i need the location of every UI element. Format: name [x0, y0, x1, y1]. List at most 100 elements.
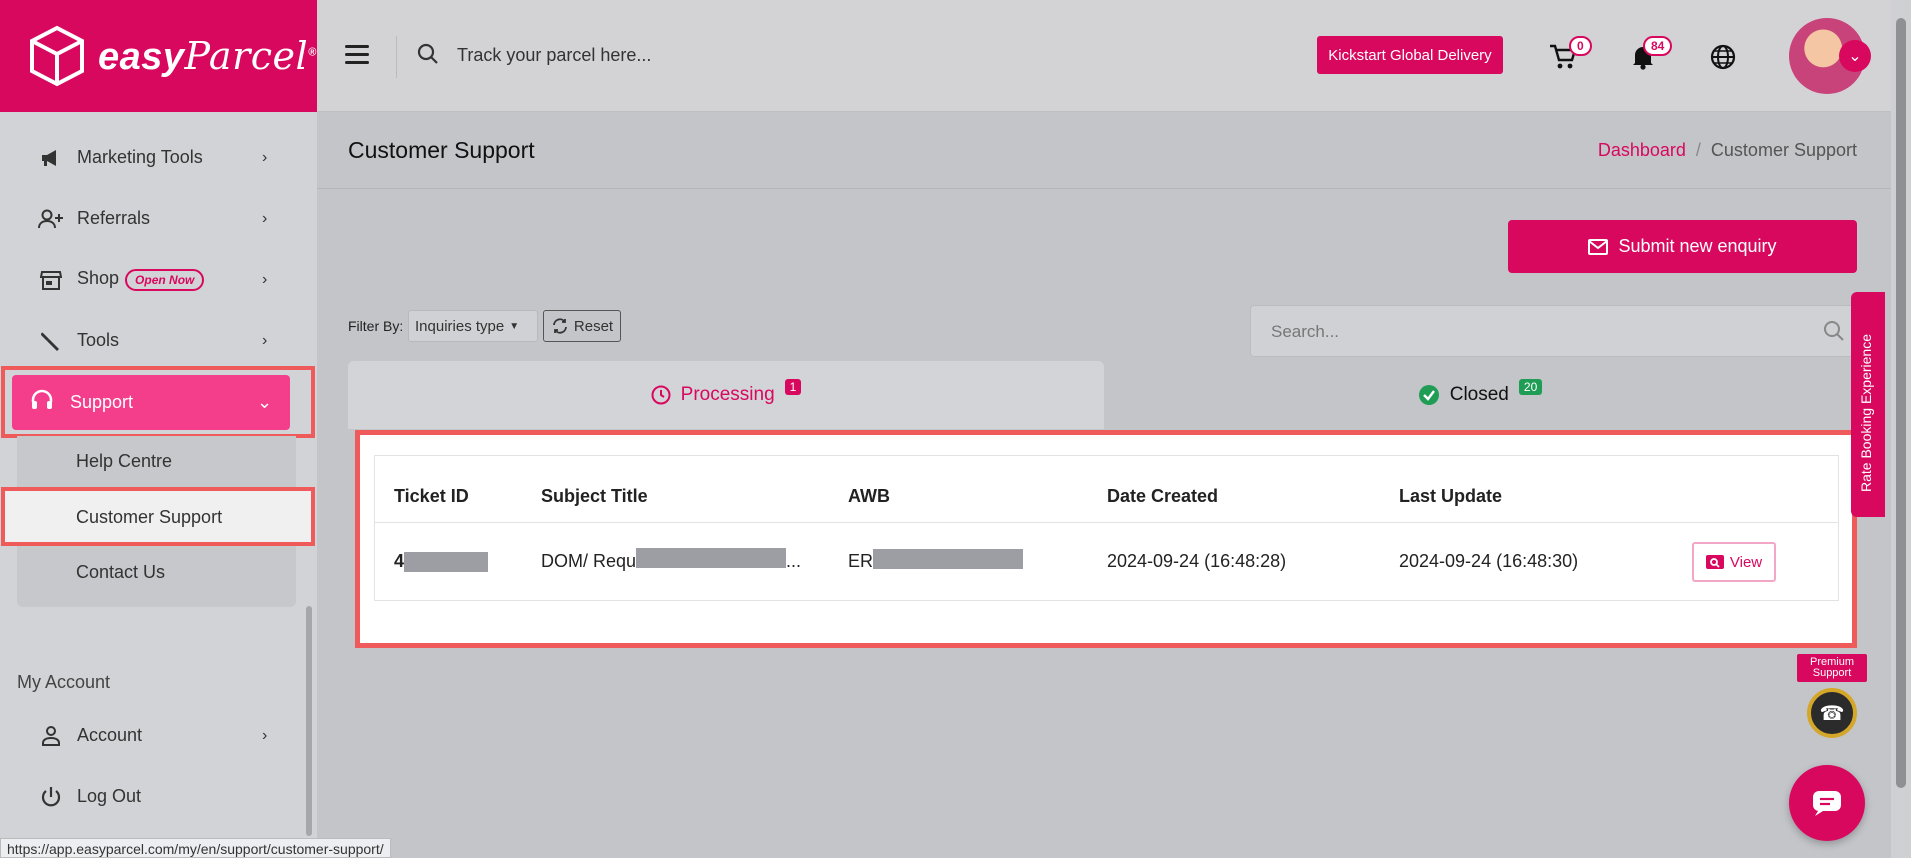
column-header-last-update: Last Update: [1399, 486, 1503, 506]
closed-count-badge: 20: [1518, 379, 1543, 395]
breadcrumb-dashboard[interactable]: Dashboard: [1598, 140, 1686, 160]
column-header-date-created: Date Created: [1107, 486, 1219, 506]
search-icon: [417, 43, 438, 64]
last-update-cell: 2024-09-24 (16:48:30): [1399, 551, 1579, 571]
chevron-right-icon: ›: [262, 148, 268, 166]
sidebar-scrollbar[interactable]: [306, 606, 312, 836]
open-now-badge: Open Now: [125, 268, 205, 291]
redacted-block: [873, 549, 1024, 570]
tab-label: Processing: [680, 384, 775, 405]
hamburger-menu-icon[interactable]: [345, 45, 369, 65]
chevron-down-icon: ⌄: [257, 392, 273, 412]
headset-icon: [30, 388, 54, 417]
ticket-search-input[interactable]: [1271, 319, 1771, 345]
chevron-down-icon[interactable]: ⌄: [1839, 40, 1871, 72]
view-ticket-button[interactable]: View: [1692, 542, 1776, 582]
ticket-id-cell: 4: [394, 551, 489, 573]
column-header-ticket-id: Ticket ID: [394, 486, 469, 506]
column-header-subject-title: Subject Title: [541, 486, 648, 506]
sidebar-item-label: Log Out: [77, 786, 142, 806]
user-icon: [38, 723, 64, 749]
rate-tab-label: Rate Booking Experience: [1858, 334, 1874, 492]
subject-ellipsis: ...: [786, 551, 802, 571]
power-icon: [38, 784, 64, 810]
mail-icon: [1588, 238, 1609, 255]
clock-icon: [651, 385, 671, 405]
awb-cell: ER: [848, 549, 1024, 572]
premium-support-label: Premium Support: [1797, 654, 1867, 682]
premium-support-widget[interactable]: Premium Support ☎: [1797, 654, 1867, 744]
rate-booking-experience-tab[interactable]: Rate Booking Experience: [1851, 292, 1885, 517]
refresh-icon: [553, 318, 567, 334]
ticket-id-text: 4: [394, 551, 405, 571]
reset-label: Reset: [573, 317, 614, 335]
page-scrollbar[interactable]: [1891, 0, 1911, 858]
chevron-right-icon: ›: [262, 270, 268, 288]
caret-down-icon: ▼: [509, 320, 520, 332]
sidebar-item-account[interactable]: Account ›: [0, 705, 317, 766]
page-title: Customer Support: [348, 137, 535, 163]
sidebar-item-label: Referrals: [77, 208, 151, 228]
header-divider: [396, 36, 397, 78]
date-created-cell: 2024-09-24 (16:48:28): [1107, 551, 1287, 571]
kickstart-global-delivery-button[interactable]: Kickstart Global Delivery: [1317, 36, 1503, 74]
box-logo-icon: [30, 25, 84, 87]
scrollbar-thumb[interactable]: [1896, 18, 1906, 788]
brand-name: easyParcel®: [98, 33, 317, 78]
dropdown-value: Inquiries type: [415, 317, 505, 335]
sidebar-item-marketing-tools[interactable]: Marketing Tools ›: [0, 127, 317, 188]
sidebar-item-shop[interactable]: Shop Open Now ›: [0, 249, 317, 310]
store-icon: [38, 267, 64, 293]
whatsapp-icon: ☎: [1807, 688, 1857, 738]
status-bar-url: https://app.easyparcel.com/my/en/support…: [0, 838, 391, 858]
sidebar-item-support[interactable]: Support ⌄: [12, 375, 290, 430]
sidebar-item-referrals[interactable]: Referrals ›: [0, 188, 317, 249]
sidebar-item-tools[interactable]: Tools ›: [0, 310, 317, 371]
globe-icon[interactable]: [1710, 44, 1736, 70]
subject-text: DOM/ Requ: [541, 551, 637, 571]
top-header: Kickstart Global Delivery 0 84 ⌄: [317, 0, 1911, 112]
ticket-search-box: [1250, 305, 1858, 357]
submit-label: Submit new enquiry: [1618, 236, 1777, 256]
sidebar-item-label: Account: [77, 725, 143, 745]
search-doc-icon: [1705, 555, 1724, 569]
section-title-my-account: My Account: [17, 672, 111, 692]
chevron-right-icon: ›: [262, 331, 268, 349]
sidebar: easyParcel® Marketing Tools › Referrals …: [0, 0, 317, 858]
add-user-icon: [38, 206, 64, 232]
submit-new-enquiry-button[interactable]: Submit new enquiry: [1508, 220, 1857, 273]
chevron-right-icon: ›: [262, 209, 268, 227]
page-header: Customer Support Dashboard / Customer Supp…: [317, 113, 1911, 189]
chat-bubble-icon: [1813, 791, 1841, 816]
sidebar-item-logout[interactable]: Log Out: [0, 766, 317, 827]
brand-logo[interactable]: easyParcel®: [0, 0, 317, 112]
submenu-contact-us[interactable]: Contact Us: [17, 547, 296, 597]
filter-label: Filter By:: [348, 318, 404, 334]
track-parcel-input[interactable]: [457, 40, 957, 70]
redacted-block: [636, 548, 787, 569]
header-divider: [375, 522, 1838, 523]
subject-cell: DOM/ Requ...: [541, 548, 802, 572]
tickets-table: Ticket ID Subject Title AWB Date Created…: [374, 455, 1839, 601]
submenu-customer-support[interactable]: Customer Support: [17, 492, 296, 542]
notification-count-badge: 84: [1643, 36, 1673, 56]
tab-closed[interactable]: Closed 20: [1104, 361, 1856, 429]
sidebar-item-label: Marketing Tools: [77, 147, 203, 167]
megaphone-icon: [38, 145, 64, 171]
search-icon[interactable]: [1823, 320, 1845, 342]
reset-button[interactable]: Reset: [543, 310, 621, 342]
tab-processing[interactable]: Processing 1: [348, 361, 1104, 429]
breadcrumb: Dashboard / Customer Support: [1598, 140, 1857, 161]
sidebar-item-label: Shop Open Now: [77, 268, 205, 291]
redacted-block: [404, 552, 489, 573]
submenu-help-centre[interactable]: Help Centre: [17, 436, 296, 486]
breadcrumb-current: Customer Support: [1710, 140, 1857, 160]
sidebar-item-label: Support: [70, 392, 134, 412]
check-circle-icon: [1418, 385, 1439, 405]
view-label: View: [1729, 553, 1763, 571]
breadcrumb-separator: /: [1695, 140, 1701, 160]
chat-button[interactable]: [1789, 765, 1865, 841]
wrench-icon: [38, 328, 64, 354]
cart-count-badge: 0: [1569, 36, 1592, 56]
inquiries-type-dropdown[interactable]: Inquiries type ▼: [408, 310, 538, 342]
